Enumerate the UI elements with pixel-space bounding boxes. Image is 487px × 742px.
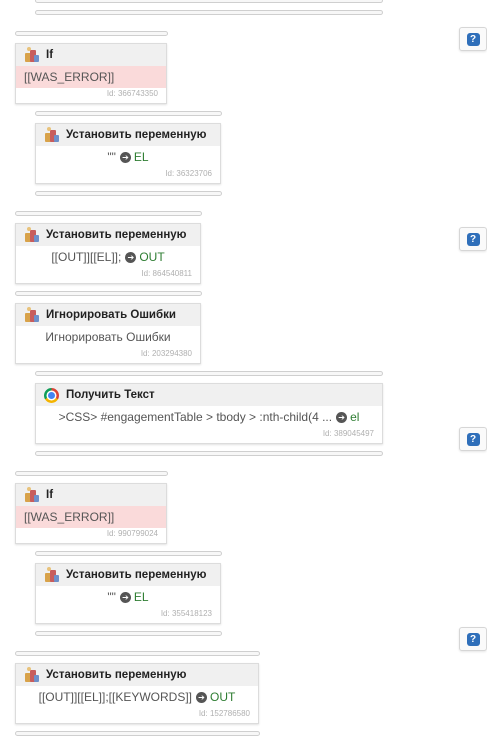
block-title: Установить переменную xyxy=(46,229,187,241)
set-variable-block[interactable]: Установить переменную [[OUT]][[EL]];[[KE… xyxy=(15,663,259,724)
block-separator xyxy=(35,631,222,636)
block-title: Установить переменную xyxy=(66,569,207,581)
block-id: Id: 36323706 xyxy=(165,169,212,178)
arrow-right-icon: ➔ xyxy=(119,151,131,163)
set-variable-block[interactable]: Установить переменную [[OUT]][[EL]]; ➔ OUT… xyxy=(15,223,201,284)
variable-icon xyxy=(24,47,40,63)
help-button[interactable]: ? xyxy=(459,27,487,51)
block-title: Установить переменную xyxy=(66,129,207,141)
block-separator xyxy=(35,191,222,196)
if-block[interactable]: If [[WAS_ERROR]] Id: 366743350 xyxy=(15,43,167,104)
arrow-right-icon: ➔ xyxy=(125,251,137,263)
block-separator xyxy=(15,651,260,656)
block-body-text: Игнорировать Ошибки xyxy=(45,330,171,344)
block-id: Id: 152786580 xyxy=(198,709,250,718)
block-separator xyxy=(35,451,383,456)
block-header: Получить Текст xyxy=(36,384,382,406)
variable-name: OUT xyxy=(139,250,165,264)
block-separator xyxy=(35,371,383,376)
block-header: If xyxy=(16,44,166,66)
selector-text: >CSS> #engagementTable > tbody > :nth-ch… xyxy=(58,410,360,424)
arrow-right-icon: ➔ xyxy=(196,691,207,703)
block-header: Установить переменную xyxy=(36,124,220,146)
variable-icon xyxy=(24,307,40,323)
block-separator xyxy=(35,551,222,556)
help-button[interactable]: ? xyxy=(459,227,487,251)
block-title: Установить переменную xyxy=(46,669,187,681)
block-id: Id: 990799024 xyxy=(106,529,158,538)
block-title: If xyxy=(46,489,54,501)
block-id: Id: 355418123 xyxy=(160,609,212,618)
block-separator xyxy=(15,211,202,216)
block-header: Установить переменную xyxy=(16,664,258,686)
if-block[interactable]: If [[WAS_ERROR]] Id: 990799024 xyxy=(15,483,167,544)
block-separator xyxy=(35,0,383,3)
block-header: Установить переменную xyxy=(36,564,220,586)
block-id: Id: 389045497 xyxy=(322,429,374,438)
chrome-icon xyxy=(44,387,59,403)
block-header: Установить переменную xyxy=(16,224,200,246)
variable-icon xyxy=(44,567,60,583)
block-separator xyxy=(35,111,222,116)
block-id: Id: 203294380 xyxy=(140,349,192,358)
help-icon: ? xyxy=(466,232,480,246)
set-variable-block[interactable]: Установить переменную "" ➔ EL Id: 35541812… xyxy=(35,563,221,624)
variable-icon xyxy=(24,227,40,243)
help-icon: ? xyxy=(466,432,480,446)
variable-name: EL xyxy=(133,590,149,604)
assignment-text: "" ➔ EL xyxy=(107,150,149,164)
block-separator xyxy=(15,471,168,476)
block-separator xyxy=(15,731,260,736)
set-variable-block[interactable]: Установить переменную "" ➔ EL Id: 36323706 xyxy=(35,123,221,184)
block-title: Игнорировать Ошибки xyxy=(46,309,176,321)
variable-name: EL xyxy=(133,150,149,164)
assignment-text: [[OUT]][[EL]]; ➔ OUT xyxy=(51,250,165,264)
ignore-errors-block[interactable]: Игнорировать Ошибки Игнорировать Ошибки … xyxy=(15,303,201,364)
arrow-right-icon: ➔ xyxy=(119,591,131,603)
condition-text: [[WAS_ERROR]] xyxy=(16,66,166,88)
assignment-text: [[OUT]][[EL]];[[KEYWORDS]] ➔ OUT xyxy=(38,690,236,704)
get-text-block[interactable]: Получить Текст >CSS> #engagementTable > … xyxy=(35,383,383,444)
block-separator xyxy=(35,10,383,15)
arrow-right-icon: ➔ xyxy=(336,411,348,423)
help-icon: ? xyxy=(466,32,480,46)
condition-text: [[WAS_ERROR]] xyxy=(16,506,166,528)
variable-icon xyxy=(24,667,40,683)
variable-name: el xyxy=(350,410,360,424)
block-separator xyxy=(15,31,168,36)
block-id: Id: 864540811 xyxy=(141,269,192,278)
block-title: If xyxy=(46,49,54,61)
block-separator xyxy=(15,291,202,296)
block-title: Получить Текст xyxy=(66,389,155,401)
block-id: Id: 366743350 xyxy=(106,89,158,98)
help-button[interactable]: ? xyxy=(459,627,487,651)
variable-name: OUT xyxy=(210,690,236,704)
block-header: Игнорировать Ошибки xyxy=(16,304,200,326)
block-header: If xyxy=(16,484,166,506)
help-icon: ? xyxy=(466,632,480,646)
assignment-text: "" ➔ EL xyxy=(107,590,149,604)
variable-icon xyxy=(44,127,60,143)
variable-icon xyxy=(24,487,40,503)
help-button[interactable]: ? xyxy=(459,427,487,451)
